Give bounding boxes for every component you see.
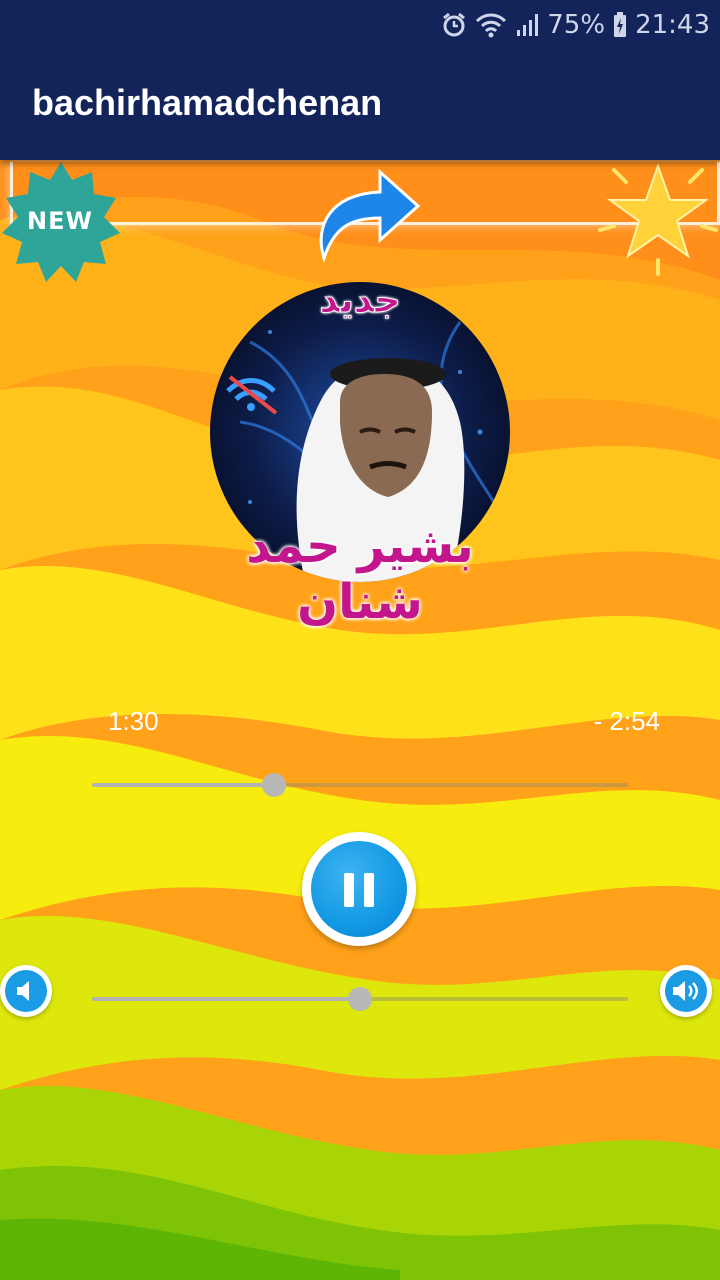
- album-art-new-label: جديد: [319, 280, 401, 322]
- pause-button[interactable]: [302, 832, 416, 946]
- app-title: bachirhamadchenan: [32, 82, 383, 123]
- volume-thumb[interactable]: [348, 987, 372, 1011]
- new-badge-label[interactable]: NEW: [0, 160, 120, 282]
- remaining-time: - 2:54: [593, 706, 661, 736]
- signal-icon: [517, 14, 539, 36]
- alarm-icon: [443, 12, 466, 37]
- battery-percent: 75%: [547, 10, 606, 40]
- volume-up-icon: [673, 981, 698, 1001]
- album-art-artist-label: بشير حمد شنان: [246, 518, 474, 630]
- star-icon[interactable]: [596, 160, 720, 278]
- share-arrow-icon[interactable]: [310, 166, 430, 266]
- seek-thumb[interactable]: [262, 773, 287, 797]
- seek-slider[interactable]: [92, 773, 628, 797]
- pause-icon[interactable]: [311, 841, 407, 937]
- volume-fill: [92, 997, 360, 1001]
- status-bar: 75% 21:43: [0, 0, 720, 50]
- app-bar: bachirhamadchenan: [0, 50, 720, 160]
- volume-down-button[interactable]: [0, 965, 52, 1017]
- elapsed-time: 1:30: [108, 706, 159, 736]
- pause-bar-left: [344, 873, 354, 907]
- clock: 21:43: [635, 10, 710, 40]
- volume-up-button[interactable]: [660, 965, 712, 1017]
- pause-bar-right: [364, 873, 374, 907]
- volume-down-icon: [17, 981, 29, 1001]
- battery-charging-icon: [614, 12, 627, 37]
- wifi-icon: [476, 13, 507, 38]
- seek-fill: [92, 783, 275, 787]
- volume-slider[interactable]: [92, 987, 628, 1011]
